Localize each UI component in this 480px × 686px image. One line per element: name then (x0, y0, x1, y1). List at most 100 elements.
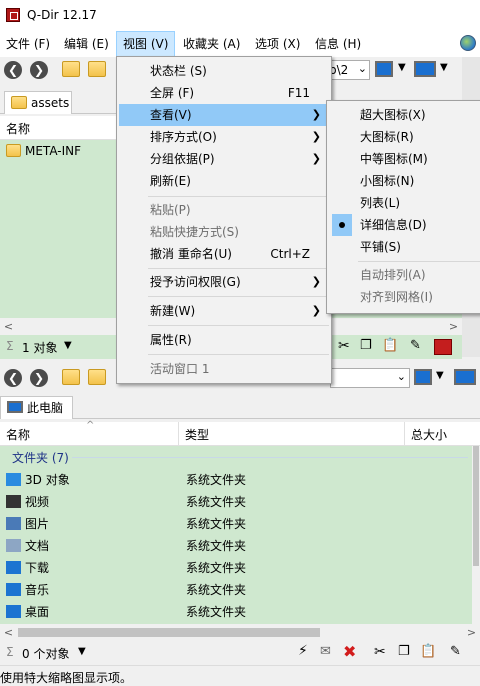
submenu-item-list[interactable]: 列表(L) (329, 192, 480, 214)
submenu-item-medium-icons[interactable]: 中等图标(M) (329, 148, 480, 170)
submenu-item-small-icons[interactable]: 小图标(N) (329, 170, 480, 192)
rename-icon[interactable]: ✎ (410, 338, 421, 353)
menu-view[interactable]: 视图 (V) (116, 31, 175, 57)
paste-icon[interactable]: 📋 (382, 338, 398, 353)
app-status-bar: 使用特大缩略图显示项。 (0, 665, 480, 686)
menu-item-properties[interactable]: 属性(R) (119, 329, 329, 351)
lightning-icon[interactable]: ⚡ (298, 643, 308, 659)
chevron-down-icon[interactable]: ⌄ (358, 62, 367, 75)
menu-file[interactable]: 文件 (F) (0, 31, 56, 57)
copy-icon[interactable]: ❐ (360, 338, 372, 353)
title-bar: Q-Dir 12.17 (0, 0, 480, 31)
item-type: 系统文件夹 (186, 495, 247, 509)
bottom-file-list: 文件夹 (7) 3D 对象 系统文件夹 视频 系统文件夹 图片 系统文件夹 文档 系统文件夹下… (0, 446, 472, 624)
tab-assets[interactable]: assets (4, 91, 72, 114)
dropdown-arrow-icon[interactable]: ▼ (78, 646, 86, 657)
delete-icon[interactable]: ✖ (343, 642, 356, 661)
menu-item-paste-shortcut: 粘贴快捷方式(S) (150, 225, 239, 239)
menu-item-grant-access[interactable]: 授予访问权限(G) ❯ (119, 271, 329, 293)
scroll-left-icon[interactable]: < (0, 624, 17, 641)
chevron-down-icon[interactable]: ⌄ (397, 370, 406, 383)
scroll-left-icon[interactable]: < (0, 318, 17, 335)
folder-up-icon[interactable] (62, 61, 80, 77)
column-name[interactable]: 名称 (6, 120, 30, 137)
menu-edit[interactable]: 编辑 (E) (58, 31, 115, 57)
submenu-item-details[interactable]: 详细信息(D) (329, 214, 480, 236)
menu-options[interactable]: 选项 (X) (249, 31, 306, 57)
list-item[interactable]: 3D 对象 系统文件夹 (6, 469, 466, 491)
list-item[interactable]: META-INF (6, 140, 81, 162)
dropdown-arrow-icon[interactable]: ▼ (64, 340, 72, 351)
mail-icon[interactable]: ✉ (320, 644, 331, 659)
music-icon (6, 583, 21, 596)
submenu-arrow-icon: ❯ (311, 152, 321, 165)
bottom-h-scrollbar[interactable]: < > (0, 624, 480, 641)
menu-item-new[interactable]: 新建(W) ❯ (119, 300, 329, 322)
globe-icon[interactable] (460, 35, 476, 51)
forward-icon[interactable]: ❯ (30, 61, 48, 79)
list-item[interactable]: 图片 系统文件夹 (6, 513, 466, 535)
tab-this-pc[interactable]: 此电脑 (0, 396, 73, 419)
list-item[interactable]: 音乐 系统文件夹 (6, 579, 466, 601)
v-scrollbar[interactable] (472, 446, 480, 624)
view-icon[interactable] (375, 61, 393, 77)
3d-objects-icon (6, 473, 21, 486)
dropdown-arrow-icon[interactable]: ▼ (436, 370, 444, 381)
group-header[interactable]: 文件夹 (7) (12, 449, 69, 466)
column-name[interactable]: 名称 (6, 426, 30, 443)
menu-item-fullscreen[interactable]: 全屏 (F) F11 (119, 82, 329, 104)
list-item[interactable]: 视频 系统文件夹 (6, 491, 466, 513)
folder-up-icon[interactable] (62, 369, 80, 385)
cut-icon[interactable]: ✂ (374, 644, 386, 660)
new-folder-icon[interactable] (88, 61, 106, 77)
monitor-icon[interactable] (454, 369, 476, 385)
menu-item-refresh[interactable]: 刷新(E) (119, 170, 329, 192)
address-bar[interactable]: p\2 ⌄ (329, 60, 370, 80)
monitor-icon[interactable] (414, 61, 436, 77)
menu-info[interactable]: 信息 (H) (309, 31, 367, 57)
column-divider[interactable] (178, 422, 179, 446)
scroll-right-icon[interactable]: > (463, 624, 480, 641)
submenu-item-tiles[interactable]: 平铺(S) (329, 236, 480, 258)
new-folder-icon[interactable] (88, 369, 106, 385)
forward-icon[interactable]: ❯ (30, 369, 48, 387)
column-size[interactable]: 总大小 (411, 426, 447, 443)
back-icon[interactable]: ❮ (4, 369, 22, 387)
rename-icon[interactable]: ✎ (450, 644, 461, 659)
sigma-icon: Σ (6, 645, 14, 659)
item-name: 文档 (25, 539, 50, 553)
dropdown-arrow-icon[interactable]: ▼ (398, 62, 406, 73)
item-type: 系统文件夹 (186, 583, 247, 597)
submenu-item-large-icons[interactable]: 大图标(R) (329, 126, 480, 148)
this-pc-icon (7, 401, 23, 413)
menu-item-group[interactable]: 分组依据(P) ❯ (119, 148, 329, 170)
item-name: 下载 (25, 561, 50, 575)
view-icon[interactable] (414, 369, 432, 385)
cut-icon[interactable]: ✂ (338, 338, 350, 354)
h-scroll-thumb[interactable] (18, 628, 320, 637)
copy-icon[interactable]: ❐ (398, 644, 410, 659)
menu-item-view[interactable]: 查看(V) ❯ (119, 104, 329, 126)
submenu-item-extra-large-icons[interactable]: 超大图标(X) (329, 104, 480, 126)
item-type: 系统文件夹 (186, 561, 247, 575)
item-type: 系统文件夹 (186, 539, 247, 553)
back-icon[interactable]: ❮ (4, 61, 22, 79)
menu-item-sort[interactable]: 排序方式(O) ❯ (119, 126, 329, 148)
column-divider[interactable] (404, 422, 405, 446)
list-item[interactable]: 下载 系统文件夹 (6, 557, 466, 579)
v-scroll-thumb[interactable] (473, 446, 479, 566)
menu-item-undo-rename[interactable]: 撤消 重命名(U) Ctrl+Z (119, 243, 329, 265)
menu-separator (358, 261, 480, 262)
tab-label: assets (31, 96, 70, 110)
dropdown-arrow-icon[interactable]: ▼ (440, 62, 448, 73)
list-item[interactable]: 桌面 系统文件夹 (6, 601, 466, 623)
menu-favorites[interactable]: 收藏夹 (A) (177, 31, 246, 57)
list-item[interactable]: 文档 系统文件夹 (6, 535, 466, 557)
address-bar[interactable]: ⌄ (330, 368, 410, 388)
column-type[interactable]: 类型 (185, 426, 209, 443)
submenu-arrow-icon: ❯ (311, 130, 321, 143)
paste-icon[interactable]: 📋 (420, 644, 436, 659)
menu-item-statusbar[interactable]: 状态栏 (S) (119, 60, 329, 82)
scroll-right-icon[interactable]: > (445, 318, 462, 335)
properties-icon[interactable] (434, 339, 452, 355)
